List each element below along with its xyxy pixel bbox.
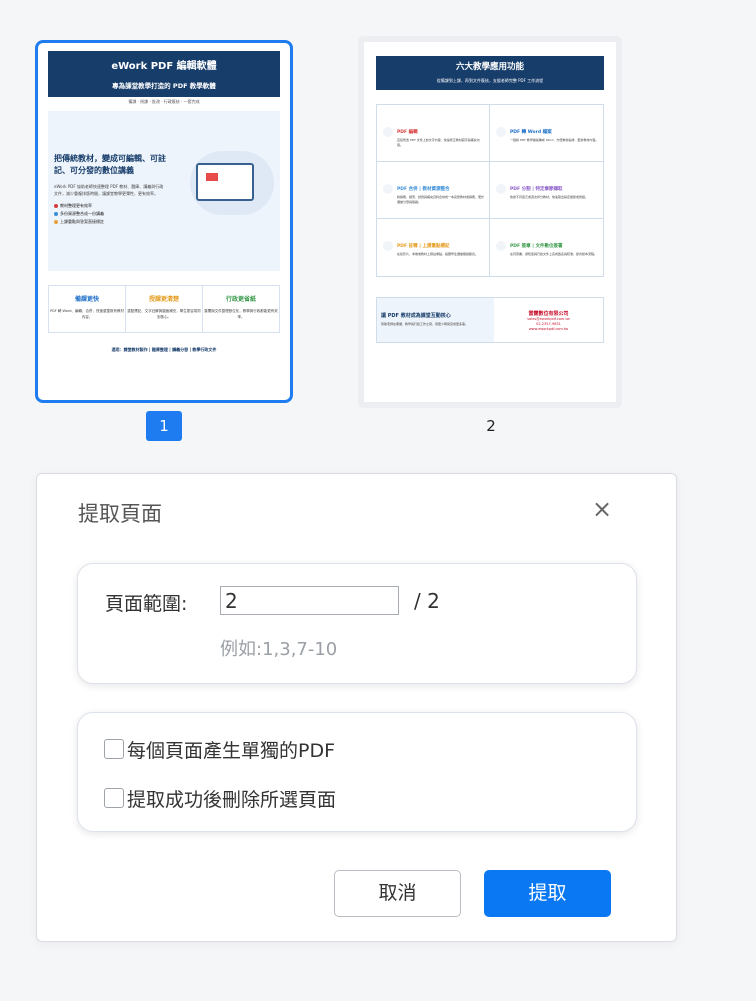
thumb-hero-desc: eWork PDF 協助老師快速整理 PDF 教材、題庫、講義與行政文件，減少重… — [54, 184, 164, 196]
split-icon — [496, 184, 506, 194]
page-range-card: 頁面範圍: / 2 例如:1,3,7-10 — [77, 563, 637, 684]
thumb-columns: 備課更快 PDF 轉 Word、編輯、合併，快速重整既有教材內容。 授課更清楚 … — [48, 285, 280, 333]
thumb-title: eWork PDF 編輯軟體 — [111, 61, 217, 72]
options-card: 每個頁面產生單獨的PDF 提取成功後刪除所選頁面 — [77, 712, 637, 832]
thumb-banner: eWork PDF 編輯軟體 專為課堂教學打造的 PDF 教學軟體 — [48, 51, 280, 97]
page-range-label: 頁面範圍: — [105, 593, 188, 615]
page-thumbnail-1[interactable]: eWork PDF 編輯軟體 專為課堂教學打造的 PDF 教學軟體 備課 · 授… — [35, 40, 293, 403]
thumb-subtitle: 從備課到上課，再到文件簽核，支援老師完整 PDF 工作流程 — [436, 78, 544, 83]
bullet-dot-icon — [54, 212, 58, 216]
thumb-title: 六大教學應用功能 — [455, 62, 524, 72]
cancel-button[interactable]: 取消 — [334, 870, 461, 917]
page-number-1-selected[interactable]: 1 — [146, 411, 182, 441]
edit-icon — [383, 127, 393, 137]
separate-pdf-checkbox[interactable] — [104, 739, 124, 759]
thumb-column: 備課更快 PDF 轉 Word、編輯、合併，快速重整既有教材內容。 — [49, 286, 126, 332]
word-icon — [496, 127, 506, 137]
page-thumbnail-2[interactable]: 六大教學應用功能 從備課到上課，再到文件簽核，支援老師完整 PDF 工作流程 P… — [358, 36, 622, 408]
thumb-contact: 雷霆數位有限公司 sales@eworkpdf.com.tw 02-2357-9… — [527, 311, 570, 332]
merge-icon — [383, 184, 393, 194]
thumb-subtitle: 專為課堂教學打造的 PDF 教學軟體 — [112, 82, 216, 90]
delete-pages-option[interactable]: 提取成功後刪除所選頁面 — [104, 786, 337, 811]
feature-grid: PDF 編輯 直接修改 PDF 文件上的文字內容，快速修正教材錯字與補充內容。 P… — [376, 104, 604, 277]
thumb-tagline: 備課 · 授課 · 批改 · 行政簽核 · 一套完成 — [128, 99, 200, 104]
thumb-hero: 把傳統教材，變成可編輯、可註記、可分發的數位講義 eWork PDF 協助老師快… — [48, 111, 280, 271]
close-icon[interactable]: × — [591, 497, 613, 521]
page-range-input[interactable] — [220, 586, 399, 615]
separate-pdf-option[interactable]: 每個頁面產生單獨的PDF — [104, 737, 336, 762]
dialog-title: 提取頁面 — [78, 502, 162, 526]
delete-pages-checkbox[interactable] — [104, 788, 124, 808]
thumb-column: 授課更清楚 重點標記、文字註解與圖面補充，學生更容易抓到核心。 — [126, 286, 203, 332]
extract-button[interactable]: 提取 — [484, 870, 611, 917]
feature-cell: PDF 分割 | 特定章節擷取 依據不同單元或週次拆分教材，快速取出指定章節或題組… — [490, 162, 603, 219]
thumb-banner: 六大教學應用功能 從備課到上課，再到文件簽核，支援老師完整 PDF 工作流程 — [376, 56, 604, 90]
thumb-column: 行政更省紙 簽署與文件整理數位化，教學與行政都能更有效率。 — [204, 296, 278, 319]
thumb-contact-section: 讓 PDF 教材成為課堂互動核心 幫助老師在備課、教學與行政工作之間，用更少時間… — [376, 297, 604, 343]
feature-cell: PDF 轉 Word 檔案 一鍵將 PDF 教學檔案轉成 Word，方便重新編排、… — [490, 105, 603, 162]
page-number-2[interactable]: 2 — [473, 411, 509, 441]
bullet-dot-icon — [54, 204, 58, 208]
page-range-hint: 例如:1,3,7-10 — [220, 639, 338, 660]
separate-pdf-label: 每個頁面產生單獨的PDF — [127, 739, 336, 762]
thumb-bullet: 上課重點與答案直接標註 — [54, 218, 274, 226]
feature-cell: PDF 註釋 | 上課重點標記 在投影片、考卷或教材上標註重點，提醒學生課堂關鍵觀… — [377, 219, 490, 276]
whiteboard-illustration — [196, 163, 254, 201]
feature-cell: PDF 編輯 直接修改 PDF 文件上的文字內容，快速修正教材錯字與補充內容。 — [377, 105, 490, 162]
feature-cell: PDF 簽章 | 文件數位簽署 在同意書、通知單與行政文件上完成簽名與核准，節省紙… — [490, 219, 603, 276]
annotate-icon — [383, 241, 393, 251]
delete-pages-label: 提取成功後刪除所選頁面 — [127, 788, 337, 811]
bullet-dot-icon — [54, 220, 58, 224]
thumb-paper: 六大教學應用功能 從備課到上課，再到文件簽核，支援老師完整 PDF 工作流程 P… — [364, 42, 616, 402]
signature-icon — [496, 241, 506, 251]
thumb-footer: 適用：課堂教材製作 | 題庫整理 | 講義分發 | 教學行政文件 — [111, 347, 217, 352]
feature-cell: PDF 合併 | 教材資源整合 將講義、練習、試題與補充資料合併成一本完整教材或講… — [377, 162, 490, 219]
thumb-cta: 讓 PDF 教材成為課堂互動核心 幫助老師在備課、教學與行政工作之間，用更少時間… — [377, 298, 494, 342]
page-total: / 2 — [414, 589, 440, 613]
thumb-hero-heading: 把傳統教材，變成可編輯、可註記、可分發的數位講義 — [54, 154, 166, 175]
extract-pages-dialog: 提取頁面 × 頁面範圍: / 2 例如:1,3,7-10 每個頁面產生單獨的PD… — [36, 473, 677, 942]
